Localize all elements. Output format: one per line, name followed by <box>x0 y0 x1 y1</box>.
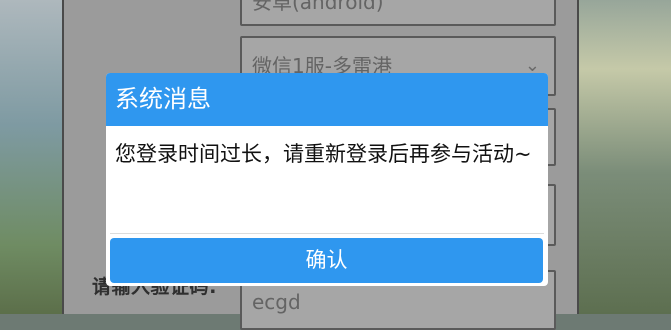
background-scenery-left <box>0 0 62 314</box>
platform-select-value: 安卓(android) <box>252 0 384 14</box>
platform-select[interactable]: 安卓(android) <box>240 0 556 26</box>
confirm-button[interactable]: 确认 <box>110 238 543 283</box>
background-scenery-right <box>579 0 671 314</box>
dialog-title: 系统消息 <box>106 73 548 126</box>
system-message-dialog: 系统消息 您登录时间过长，请重新登录后再参与活动~ 确认 <box>106 73 548 286</box>
dialog-divider <box>110 233 544 234</box>
dialog-message: 您登录时间过长，请重新登录后再参与活动~ <box>115 142 532 166</box>
verification-code-value: ecgd <box>252 290 301 314</box>
